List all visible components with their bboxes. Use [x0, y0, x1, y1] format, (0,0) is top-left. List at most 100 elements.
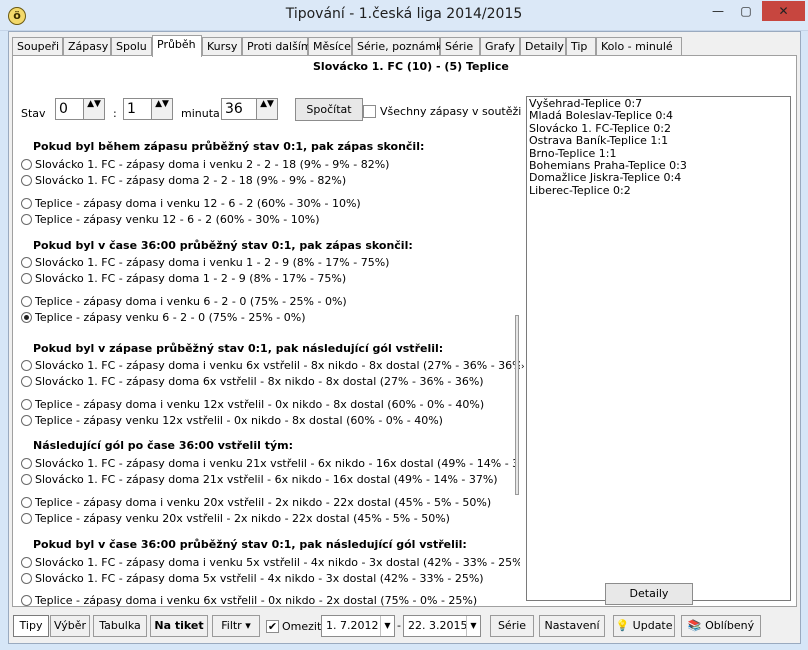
option-row[interactable]: Slovácko 1. FC - zápasy doma 1 - 2 - 9 (…	[21, 272, 346, 285]
option-row[interactable]: Slovácko 1. FC - zápasy doma i venku 5x …	[21, 556, 520, 569]
radio-button-selected[interactable]	[21, 312, 32, 323]
option-label: Slovácko 1. FC - zápasy doma i venku 1 -…	[35, 256, 390, 269]
radio-button[interactable]	[21, 273, 32, 284]
option-row[interactable]: Teplice - zápasy doma i venku 6 - 2 - 0 …	[21, 295, 347, 308]
spin-arrows-icon[interactable]: ▲▼	[256, 99, 277, 119]
section-heading: Pokud byl v čase 36:00 průběžný stav 0:1…	[33, 538, 467, 551]
radio-button[interactable]	[21, 557, 32, 568]
option-row[interactable]: Slovácko 1. FC - zápasy doma i venku 1 -…	[21, 256, 389, 269]
maximize-button[interactable]: ▢	[733, 1, 759, 21]
tab-serie[interactable]: Série	[440, 37, 480, 56]
option-row[interactable]: Teplice - zápasy doma i venku 6x vstřeli…	[21, 594, 477, 607]
content-scrollbar[interactable]	[515, 315, 519, 495]
tab-souperi[interactable]: Soupeři	[12, 37, 63, 56]
option-row[interactable]: Teplice - zápasy venku 6 - 2 - 0 (75% - …	[21, 311, 306, 324]
date-separator: -	[397, 619, 401, 632]
serie-button[interactable]: Série	[490, 615, 534, 637]
option-row[interactable]: Teplice - zápasy doma i venku 20x vstřel…	[21, 496, 491, 509]
list-item[interactable]: Domažlice Jiskra-Teplice 0:4	[529, 172, 788, 185]
date-from-picker[interactable]: 1. 7.2012 ▼	[321, 615, 395, 637]
option-label: Teplice - zápasy doma i venku 6x vstřeli…	[35, 594, 478, 607]
radio-button[interactable]	[21, 376, 32, 387]
option-row[interactable]: Teplice - zápasy venku 20x vstřelil - 2x…	[21, 512, 450, 525]
stav-label: Stav	[21, 107, 46, 120]
radio-button[interactable]	[21, 497, 32, 508]
title-bar: ö Tipování - 1.česká liga 2014/2015 — ▢ …	[0, 0, 808, 31]
section-heading: Následující gól po čase 36:00 vstřelil t…	[33, 439, 293, 452]
option-row[interactable]: Teplice - zápasy venku 12 - 6 - 2 (60% -…	[21, 213, 320, 226]
results-list[interactable]: Vyšehrad-Teplice 0:7 Mladá Boleslav-Tepl…	[526, 96, 791, 601]
tab-grafy[interactable]: Grafy	[480, 37, 520, 56]
option-row[interactable]: Slovácko 1. FC - zápasy doma 2 - 2 - 18 …	[21, 174, 346, 187]
option-row[interactable]: Slovácko 1. FC - zápasy doma i venku 6x …	[21, 359, 520, 372]
tab-kursy[interactable]: Kursy	[202, 37, 242, 56]
radio-button[interactable]	[21, 399, 32, 410]
tab-mesice[interactable]: Měsíce	[308, 37, 352, 56]
radio-button[interactable]	[21, 513, 32, 524]
option-row[interactable]: Slovácko 1. FC - zápasy doma i venku 2 -…	[21, 158, 389, 171]
option-row[interactable]: Teplice - zápasy doma i venku 12 - 6 - 2…	[21, 197, 361, 210]
radio-button[interactable]	[21, 595, 32, 606]
radio-button[interactable]	[21, 415, 32, 426]
option-row[interactable]: Teplice - zápasy venku 12x vstřelil - 0x…	[21, 414, 443, 427]
tabulka-button[interactable]: Tabulka	[93, 615, 147, 637]
radio-button[interactable]	[21, 296, 32, 307]
radio-button[interactable]	[21, 159, 32, 170]
date-to-value: 22. 3.2015	[408, 619, 468, 632]
tab-serie-poznamky[interactable]: Série, poznámky	[352, 37, 449, 56]
option-row[interactable]: Slovácko 1. FC - zápasy doma 21x vstřeli…	[21, 473, 498, 486]
option-row[interactable]: Slovácko 1. FC - zápasy doma 5x vstřelil…	[21, 572, 484, 585]
tab-spolu[interactable]: Spolu	[111, 37, 152, 56]
tab-proti-dalsim[interactable]: Proti dalším	[242, 37, 312, 56]
score-home-spinner[interactable]: 0 ▲▼	[55, 98, 105, 120]
spin-arrows-icon[interactable]: ▲▼	[83, 99, 104, 119]
score-away-spinner[interactable]: 1 ▲▼	[123, 98, 173, 120]
radio-button[interactable]	[21, 257, 32, 268]
tipy-button[interactable]: Tipy	[13, 615, 49, 637]
all-matches-checkbox[interactable]	[363, 105, 376, 118]
close-button[interactable]: ✕	[762, 1, 805, 21]
omezit-checkbox[interactable]: ✔	[266, 620, 279, 633]
vyber-button[interactable]: Výběr	[50, 615, 90, 637]
detaily-button[interactable]: Detaily	[605, 583, 693, 605]
chevron-down-icon: ▾	[245, 619, 251, 632]
nastaveni-button[interactable]: Nastavení	[539, 615, 605, 637]
option-row[interactable]: Slovácko 1. FC - zápasy doma i venku 21x…	[21, 457, 520, 470]
tab-detaily[interactable]: Detaily	[520, 37, 566, 56]
chevron-down-icon[interactable]: ▼	[466, 616, 480, 636]
radio-button[interactable]	[21, 198, 32, 209]
radio-button[interactable]	[21, 474, 32, 485]
radio-button[interactable]	[21, 214, 32, 225]
tab-prubeh[interactable]: Průběh	[152, 35, 202, 57]
oblibeny-button[interactable]: 📚 Oblíbený	[681, 615, 761, 637]
list-item[interactable]: Ostrava Baník-Teplice 1:1	[529, 134, 788, 147]
update-button[interactable]: 💡 Update	[613, 615, 675, 637]
tab-tip[interactable]: Tip	[566, 37, 596, 56]
radio-button[interactable]	[21, 360, 32, 371]
option-label: Slovácko 1. FC - zápasy doma i venku 6x …	[35, 359, 520, 372]
minimize-button[interactable]: —	[705, 1, 731, 21]
minuta-spinner[interactable]: 36 ▲▼	[221, 98, 278, 120]
tab-kolo-minule[interactable]: Kolo - minulé	[596, 37, 682, 56]
minuta-value: 36	[225, 101, 243, 117]
list-item[interactable]: Liberec-Teplice 0:2	[529, 184, 788, 197]
chevron-down-icon[interactable]: ▼	[380, 616, 394, 636]
splitter-arrow-icon[interactable]: ›	[521, 362, 525, 372]
option-row[interactable]: Slovácko 1. FC - zápasy doma 6x vstřelil…	[21, 375, 484, 388]
filtr-label: Filtr	[221, 619, 242, 632]
na-tiket-button[interactable]: Na tiket	[150, 615, 208, 637]
tab-zapasy[interactable]: Zápasy	[63, 37, 111, 56]
filtr-dropdown[interactable]: Filtr ▾	[212, 615, 260, 637]
date-to-picker[interactable]: 22. 3.2015 ▼	[403, 615, 481, 637]
main-window: Soupeři Zápasy Spolu Průběh Kursy Proti …	[8, 31, 801, 644]
spin-arrows-icon[interactable]: ▲▼	[151, 99, 172, 119]
option-row[interactable]: Teplice - zápasy doma i venku 12x vstřel…	[21, 398, 484, 411]
radio-button[interactable]	[21, 458, 32, 469]
option-label: Teplice - zápasy doma i venku 6 - 2 - 0 …	[35, 295, 347, 308]
radio-button[interactable]	[21, 573, 32, 584]
radio-button[interactable]	[21, 175, 32, 186]
list-item[interactable]: Mladá Boleslav-Teplice 0:4	[529, 109, 788, 122]
score-colon: :	[113, 107, 117, 120]
spocitat-button[interactable]: Spočítat	[295, 98, 363, 121]
option-label: Slovácko 1. FC - zápasy doma 5x vstřelil…	[35, 572, 484, 585]
